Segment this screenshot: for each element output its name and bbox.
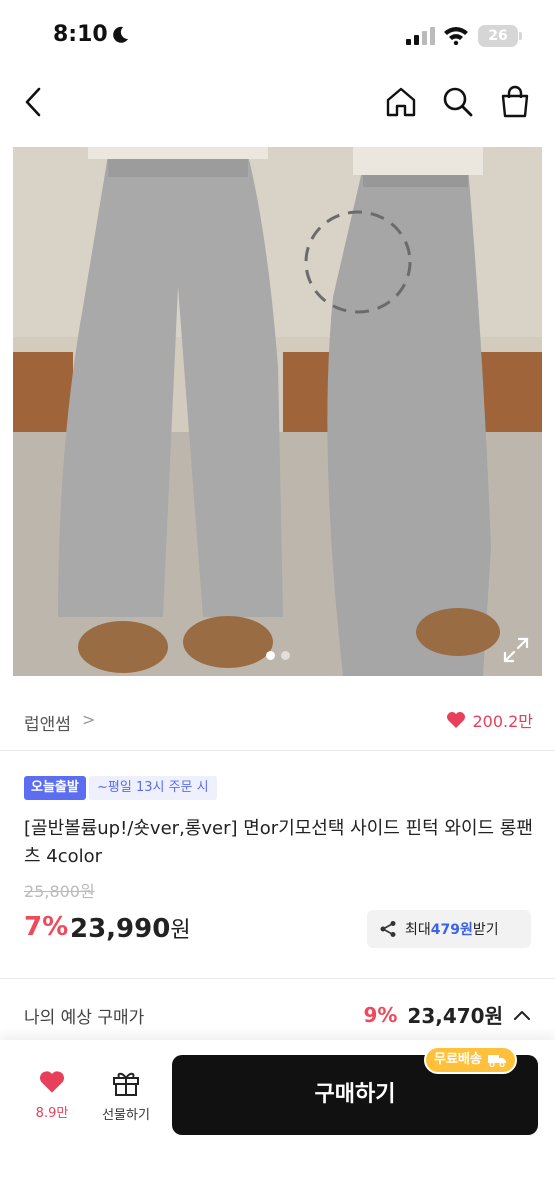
gallery-pagination — [13, 645, 542, 664]
estimated-price-toggle[interactable]: 9% 23,470원 — [363, 1000, 531, 1029]
product-title: [골반볼륨up!/숏ver,롱ver] 면or기모선택 사이드 핀턱 와이드 롱… — [24, 818, 533, 867]
status-bar: 8:10 26 — [0, 0, 555, 72]
truck-icon — [487, 1055, 506, 1067]
shopping-bag-icon[interactable] — [497, 84, 533, 120]
home-icon[interactable] — [383, 84, 419, 120]
brand-name[interactable]: 럽앤썸 — [24, 710, 71, 735]
heart-icon — [447, 712, 466, 728]
like-button-count: 8.9만 — [35, 1106, 69, 1121]
chevron-up-icon[interactable] — [513, 1009, 531, 1021]
shipping-note: ~평일 13시 주문 시 — [89, 776, 217, 800]
discount-rate: 7% — [24, 912, 69, 942]
reward-amount: 479원 — [430, 922, 473, 938]
chevron-left-icon[interactable] — [16, 84, 52, 120]
estimated-discount: 9% — [363, 1002, 398, 1027]
moon-icon — [113, 26, 128, 43]
price-unit: 원 — [170, 918, 191, 943]
like-button[interactable]: 8.9만 — [26, 1070, 78, 1121]
estimated-price-label: 나의 예상 구매가 — [24, 1008, 145, 1028]
product-photo — [13, 147, 542, 676]
top-navigation — [0, 72, 555, 134]
sale-price: 23,990원 — [70, 912, 191, 944]
free-shipping-badge: 무료배송 — [424, 1046, 517, 1074]
brand-row[interactable]: 럽앤썸 > 200.2만 — [0, 696, 555, 748]
pagination-dot-active[interactable] — [265, 651, 275, 660]
original-price: 25,800원 — [24, 882, 95, 901]
share-icon — [380, 921, 396, 937]
product-image-gallery[interactable] — [13, 147, 542, 676]
status-time: 8:10 — [53, 22, 108, 47]
estimated-price: 23,470원 — [407, 1004, 503, 1028]
expand-icon[interactable] — [502, 636, 530, 664]
reward-points-button[interactable]: 최대 479원 받기 — [367, 910, 531, 948]
gift-icon — [113, 1072, 139, 1096]
like-count[interactable]: 200.2만 — [446, 708, 533, 732]
reward-prefix: 최대 — [405, 922, 431, 938]
cellular-signal-icon — [406, 27, 435, 45]
today-shipping-badge: 오늘출발 — [24, 776, 86, 800]
bottom-action-bar: 8.9만 선물하기 구매하기 무료배송 — [0, 1040, 555, 1200]
reward-suffix: 받기 — [472, 922, 499, 938]
gift-button-label: 선물하기 — [102, 1108, 150, 1123]
heart-icon — [40, 1071, 64, 1093]
sale-price-value: 23,990 — [70, 914, 171, 944]
wifi-icon — [444, 27, 468, 45]
divider — [0, 750, 555, 751]
battery-indicator: 26 — [478, 25, 522, 47]
chevron-right-icon: > — [82, 710, 96, 729]
search-icon[interactable] — [440, 84, 476, 120]
gift-button[interactable]: 선물하기 — [92, 1070, 160, 1123]
pagination-dot[interactable] — [280, 651, 290, 660]
likes-count-text: 200.2만 — [472, 712, 533, 731]
free-shipping-label: 무료배송 — [434, 1052, 482, 1067]
divider — [0, 978, 555, 979]
